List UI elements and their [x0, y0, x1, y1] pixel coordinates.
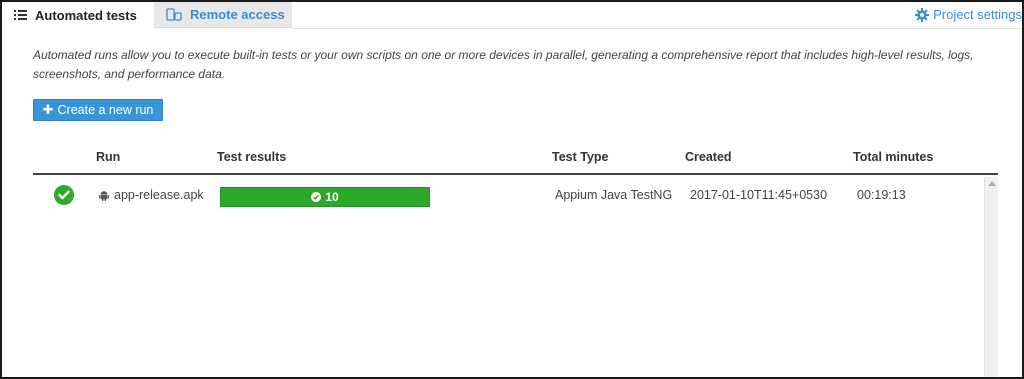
check-circle-icon — [54, 185, 74, 205]
gear-icon — [915, 7, 930, 22]
devices-icon — [166, 8, 182, 21]
column-header-test-type[interactable]: Test Type — [552, 150, 609, 164]
column-header-created[interactable]: Created — [685, 150, 732, 164]
create-new-run-button[interactable]: ✚ Create a new run — [33, 99, 163, 121]
tab-bar: Automated tests Remote access Project se… — [2, 2, 1022, 29]
page-description: Automated runs allow you to execute buil… — [33, 48, 974, 81]
plus-icon: ✚ — [42, 102, 54, 117]
scroll-up-arrow-icon[interactable] — [988, 181, 996, 186]
column-header-run[interactable]: Run — [96, 150, 120, 164]
list-icon — [14, 9, 27, 21]
tab-remote-access[interactable]: Remote access — [154, 2, 292, 28]
project-settings-label: Project settings — [933, 7, 1022, 22]
run-name: app-release.apk — [114, 188, 204, 202]
table-scrollbar[interactable] — [984, 177, 998, 377]
check-circle-icon — [311, 192, 322, 202]
tab-automated-tests[interactable]: Automated tests — [2, 2, 152, 28]
project-settings-link[interactable]: Project settings — [915, 7, 1022, 22]
test-type-cell: Appium Java TestNG — [555, 188, 673, 202]
runs-table-body: app-release.apk 10 Appium Java TestNG 20… — [33, 177, 998, 377]
column-header-total-minutes[interactable]: Total minutes — [853, 150, 933, 164]
app-window: Automated tests Remote access Project se… — [0, 0, 1024, 379]
created-cell: 2017-01-10T11:45+0530 — [690, 188, 828, 202]
passed-count: 10 — [325, 190, 339, 204]
create-new-run-label: Create a new run — [57, 103, 154, 117]
runs-table-header: Run Test results Test Type Created Total… — [33, 145, 998, 175]
tab-label: Remote access — [190, 7, 285, 22]
tab-label: Automated tests — [35, 7, 137, 23]
tab-divider — [292, 28, 1022, 29]
test-results-bar[interactable]: 10 — [220, 187, 430, 207]
column-header-test-results[interactable]: Test results — [217, 150, 286, 164]
passed-count-label: 10 — [220, 187, 430, 207]
table-row[interactable]: app-release.apk 10 Appium Java TestNG 20… — [33, 177, 983, 213]
total-minutes-cell: 00:19:13 — [857, 188, 906, 202]
android-icon — [99, 190, 109, 201]
run-name-cell[interactable]: app-release.apk — [99, 188, 204, 202]
